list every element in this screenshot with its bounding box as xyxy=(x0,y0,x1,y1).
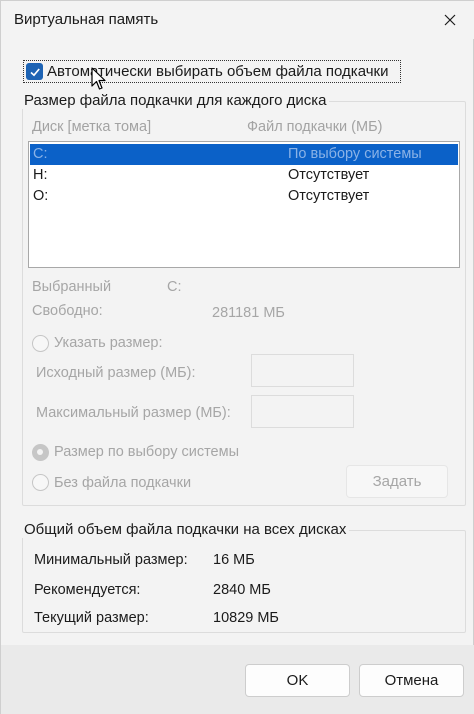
system-managed-label: Размер по выбору системы xyxy=(54,444,240,460)
virtual-memory-dialog: Виртуальная память Автоматически выбират… xyxy=(0,0,474,714)
drive-list[interactable]: C: По выбору системы H: Отсутствует O: О… xyxy=(28,141,460,268)
window-title: Виртуальная память xyxy=(14,11,159,28)
mouse-pointer-icon xyxy=(91,67,106,90)
drive-row[interactable]: O: Отсутствует xyxy=(30,186,458,207)
drive-row[interactable]: C: По выбору системы xyxy=(30,144,458,165)
free-space-label: Свободно: xyxy=(32,303,103,319)
ok-button[interactable]: OK xyxy=(245,664,350,697)
no-paging-file-label: Без файла подкачки xyxy=(54,475,192,491)
drive-pagefile-size: Отсутствует xyxy=(288,188,370,204)
column-header-size: Файл подкачки (МБ) xyxy=(247,119,383,135)
total-group-title: Общий объем файла подкачки на всех диска… xyxy=(21,521,350,538)
no-paging-file-radio[interactable] xyxy=(32,474,49,491)
drive-letter: O: xyxy=(33,188,49,204)
selected-drive-value: C: xyxy=(167,279,182,295)
drive-letter: H: xyxy=(33,167,48,183)
per-disk-group-title: Размер файла подкачки для каждого диска xyxy=(21,92,330,109)
free-space-value: 281181 МБ xyxy=(212,305,285,321)
initial-size-label: Исходный размер (МБ): xyxy=(36,365,196,381)
drive-pagefile-size: Отсутствует xyxy=(288,167,370,183)
min-size-label: Минимальный размер: xyxy=(34,552,188,568)
drive-letter: C: xyxy=(33,146,48,162)
auto-manage-checkbox[interactable] xyxy=(26,63,43,80)
recommended-value: 2840 МБ xyxy=(213,582,271,598)
current-size-label: Текущий размер: xyxy=(34,610,149,626)
max-size-label: Максимальный размер (МБ): xyxy=(36,405,231,421)
auto-manage-checkbox-row[interactable]: Автоматически выбирать объем файла подка… xyxy=(23,60,401,83)
set-button[interactable]: Задать xyxy=(346,465,448,498)
cancel-button[interactable]: Отмена xyxy=(359,664,464,697)
recommended-label: Рекомендуется: xyxy=(34,582,141,598)
drive-pagefile-size: По выбору системы xyxy=(288,146,422,162)
custom-size-radio[interactable] xyxy=(32,335,49,352)
selected-drive-label: Выбранный xyxy=(32,279,112,295)
close-icon xyxy=(444,14,456,26)
custom-size-label: Указать размер: xyxy=(54,335,163,351)
system-managed-radio[interactable] xyxy=(32,444,49,461)
min-size-value: 16 МБ xyxy=(213,552,255,568)
column-header-drive: Диск [метка тома] xyxy=(32,119,152,135)
initial-size-input[interactable] xyxy=(251,354,354,387)
max-size-input[interactable] xyxy=(251,395,354,428)
title-bar: Виртуальная память xyxy=(1,1,474,39)
drive-row[interactable]: H: Отсутствует xyxy=(30,165,458,186)
checkmark-icon xyxy=(29,67,40,76)
close-button[interactable] xyxy=(433,7,467,33)
current-size-value: 10829 МБ xyxy=(213,610,279,626)
